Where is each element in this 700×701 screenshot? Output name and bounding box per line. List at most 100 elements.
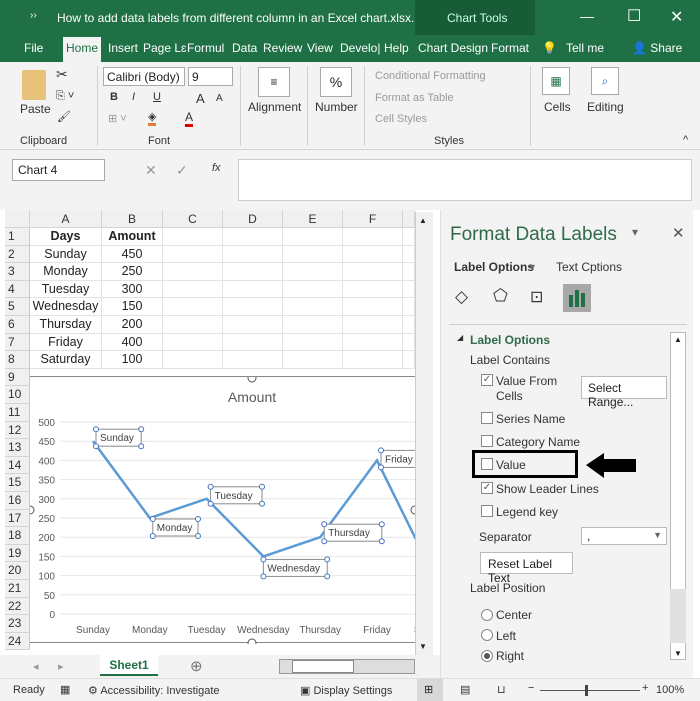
cell[interactable] [163, 245, 223, 264]
cell[interactable] [223, 316, 283, 334]
label-handle[interactable] [149, 516, 156, 522]
label-options-icon[interactable] [563, 284, 591, 312]
new-sheet-button[interactable]: ⊕ [190, 657, 203, 675]
select-all-corner[interactable] [5, 210, 30, 228]
maximize-button[interactable]: ☐ [627, 6, 641, 26]
tab-text-options[interactable]: Text Cptions [556, 260, 622, 274]
cell[interactable] [283, 280, 343, 299]
cell[interactable] [343, 298, 403, 316]
insert-function-button[interactable]: fx [212, 162, 221, 174]
cell[interactable] [163, 333, 223, 352]
prev-sheet-icon[interactable]: ◂ [33, 660, 39, 673]
cell[interactable] [223, 351, 283, 369]
category-name-checkbox[interactable] [481, 435, 493, 447]
row-header[interactable]: 23 [5, 615, 30, 633]
shrink-font-button[interactable]: A [216, 93, 223, 104]
tab-data[interactable]: Data [232, 41, 257, 55]
collapse-section-icon[interactable]: ◢ [457, 333, 463, 342]
label-handle[interactable] [378, 447, 384, 454]
cell[interactable] [283, 351, 343, 369]
series-name-checkbox[interactable] [481, 412, 493, 424]
value-checkbox[interactable] [481, 458, 493, 470]
label-handle[interactable] [138, 443, 145, 450]
cell[interactable] [343, 333, 403, 352]
row-header[interactable]: 4 [5, 280, 30, 299]
alignment-button[interactable]: Alignment [248, 100, 301, 114]
name-box[interactable]: Chart 4 [12, 159, 105, 181]
label-handle[interactable] [378, 521, 385, 528]
cell[interactable] [223, 263, 283, 281]
cell[interactable] [163, 280, 223, 299]
cut-icon[interactable]: ✂ [56, 66, 68, 83]
cell[interactable] [343, 263, 403, 281]
label-handle[interactable] [93, 426, 99, 433]
label-handle[interactable] [324, 556, 331, 563]
cell[interactable] [343, 245, 403, 264]
chart-title[interactable]: Amount [228, 389, 276, 405]
tab-insert[interactable]: Insert [108, 41, 138, 55]
column-header[interactable]: E [283, 210, 343, 228]
cell[interactable] [283, 298, 343, 316]
horizontal-scrollbar[interactable] [279, 659, 415, 674]
paste-button[interactable]: Paste [20, 102, 51, 116]
label-handle[interactable] [321, 538, 328, 545]
label-options-dropdown-icon[interactable]: ▾ [529, 260, 535, 274]
cell[interactable]: Wednesday [30, 298, 102, 316]
page-break-view-icon[interactable]: ⊔ [497, 683, 506, 696]
tab-view[interactable]: View [307, 41, 333, 55]
column-header[interactable]: A [30, 210, 102, 228]
underline-button[interactable]: U [153, 91, 161, 103]
vertical-scrollbar[interactable]: ▲ ▼ [415, 212, 433, 655]
size-properties-icon[interactable]: ⊡ [530, 287, 543, 307]
row-header[interactable]: 10 [5, 386, 30, 404]
row-header[interactable]: 19 [5, 544, 30, 563]
label-options-section[interactable]: Label Options [470, 333, 550, 347]
label-handle[interactable] [149, 533, 156, 539]
zoom-out-button[interactable]: − [528, 682, 534, 694]
tab-developer[interactable]: Develo| [340, 41, 380, 55]
select-range-button[interactable]: Select Range... [581, 376, 667, 409]
cell[interactable] [163, 351, 223, 369]
font-name-select[interactable]: Calibri (Body) [103, 67, 185, 86]
cells-icon[interactable]: ▦ [542, 67, 570, 95]
cell[interactable] [223, 228, 283, 246]
cell[interactable] [163, 228, 223, 246]
bold-button[interactable]: B [110, 91, 118, 103]
tab-format[interactable]: Format [491, 41, 529, 55]
pane-scrollbar[interactable]: ▲ ▼ [670, 332, 686, 660]
quick-access-icon[interactable]: ›› [30, 10, 37, 21]
effects-icon[interactable]: ⬠ [493, 286, 508, 306]
label-handle[interactable] [260, 556, 267, 563]
zoom-in-button[interactable]: + [642, 682, 648, 694]
cell[interactable]: Tuesday [30, 280, 102, 299]
cell[interactable] [283, 245, 343, 264]
cell[interactable]: Saturday [30, 351, 102, 369]
format-as-table-button[interactable]: Format as Table [375, 92, 454, 104]
column-header[interactable]: C [163, 210, 223, 228]
cell[interactable] [163, 298, 223, 316]
pane-close-button[interactable]: ✕ [672, 224, 685, 242]
borders-icon[interactable]: ⊞ ˅ [108, 112, 127, 125]
cell[interactable]: 300 [102, 280, 163, 299]
label-handle[interactable] [259, 500, 265, 507]
left-radio[interactable] [481, 629, 493, 641]
row-header[interactable]: 17 [5, 509, 30, 528]
collapse-ribbon-icon[interactable]: ^ [683, 134, 688, 146]
cell[interactable]: Monday [30, 263, 102, 281]
row-header[interactable]: 2 [5, 245, 30, 264]
normal-view-button[interactable]: ⊞ [417, 679, 443, 701]
row-header[interactable]: 6 [5, 316, 30, 334]
minimize-button[interactable]: — [580, 8, 594, 24]
cell[interactable]: 400 [102, 333, 163, 352]
row-header[interactable]: 21 [5, 580, 30, 598]
row-header[interactable]: 11 [5, 404, 30, 422]
row-header[interactable]: 24 [5, 632, 30, 651]
row-header[interactable]: 20 [5, 562, 30, 580]
cell[interactable]: 100 [102, 351, 163, 369]
label-handle[interactable] [93, 443, 99, 450]
row-header[interactable]: 22 [5, 597, 30, 616]
search-icon[interactable]: ⌕ [591, 67, 619, 95]
fill-line-icon[interactable]: ◇ [455, 287, 468, 307]
tab-formulas[interactable]: Formul [187, 41, 224, 55]
label-handle[interactable] [207, 483, 214, 490]
